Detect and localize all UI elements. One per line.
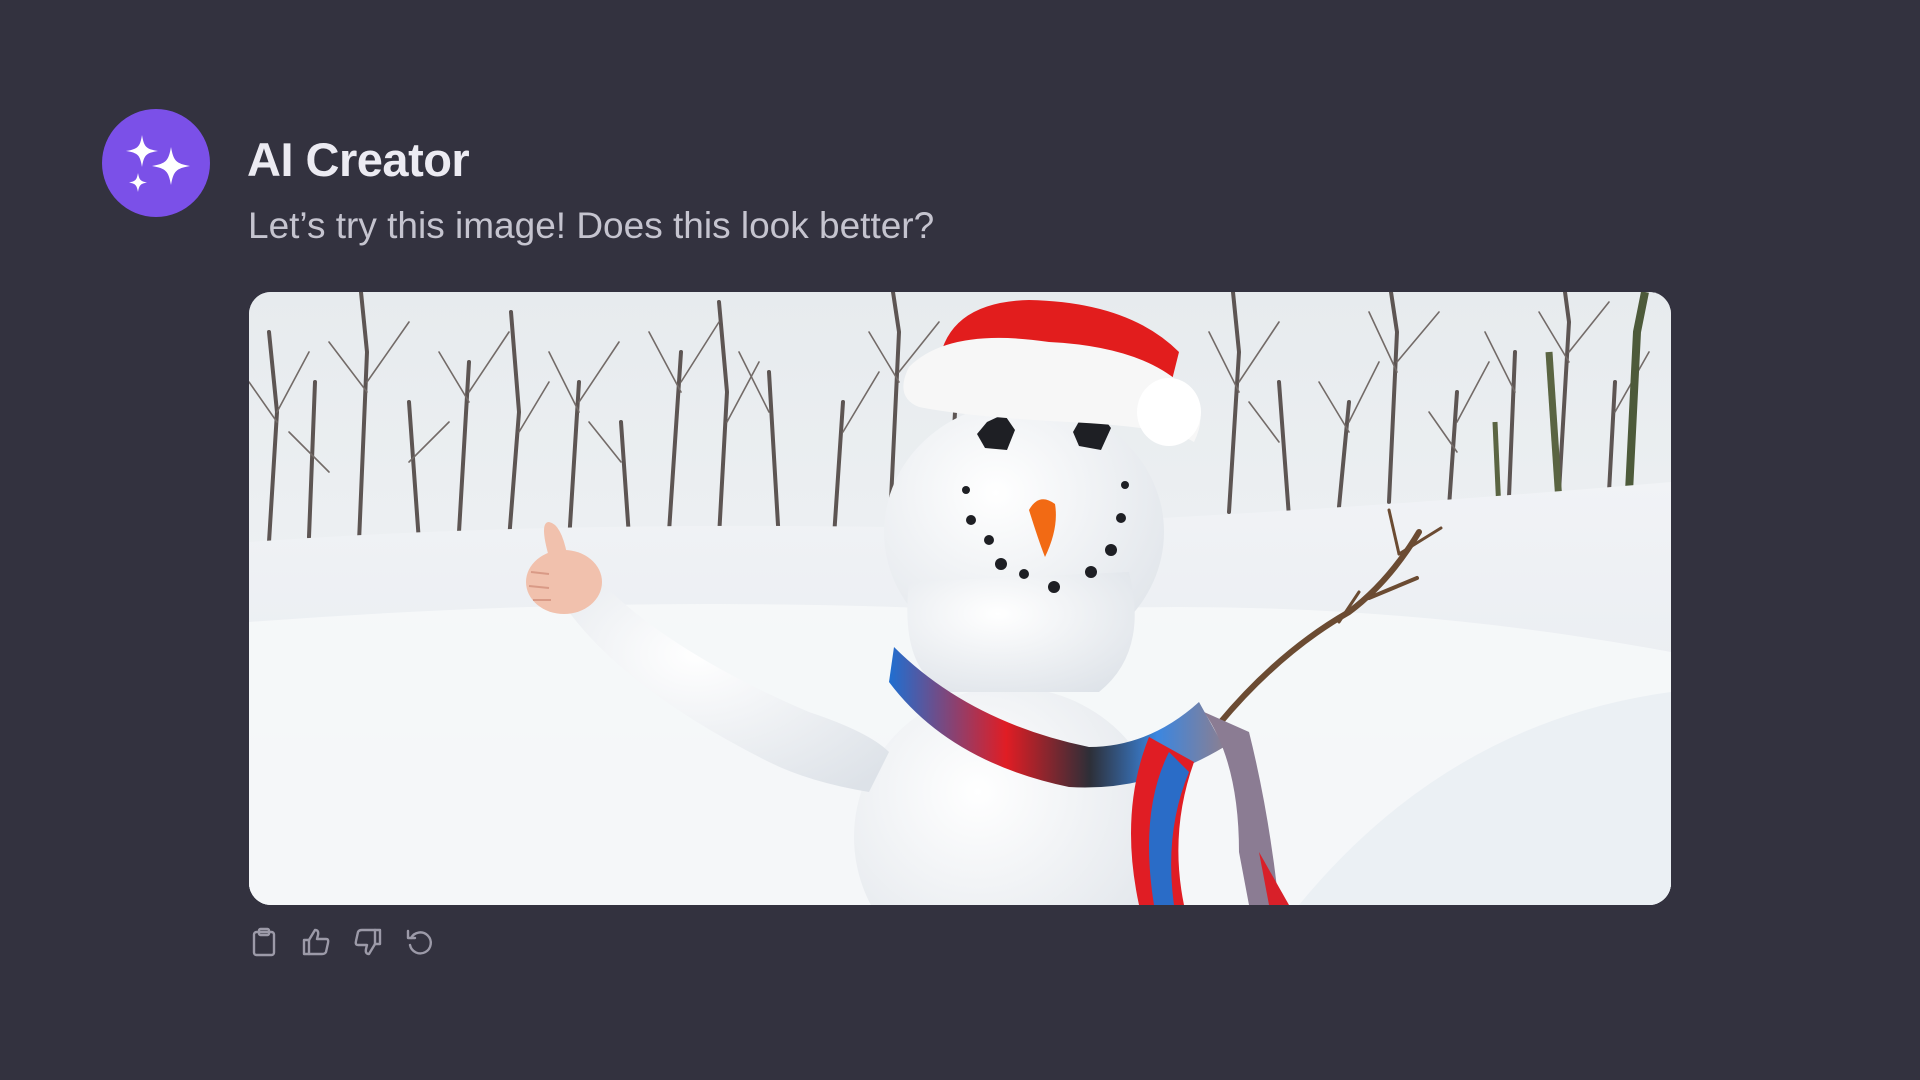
clipboard-icon [252,927,276,957]
avatar [102,109,210,217]
copy-button[interactable] [246,924,282,960]
refresh-icon [406,929,432,955]
thumbs-down-icon [354,928,382,956]
message-text: Let’s try this image! Does this look bet… [248,205,935,246]
thumbs-up-icon [302,928,330,956]
dislike-button[interactable] [350,924,386,960]
message-actions [246,924,438,960]
regenerate-button[interactable] [402,924,438,960]
generated-image[interactable] [249,292,1671,905]
sparkles-icon [126,135,190,192]
chat-page: AI Creator Let’s try this image! Does th… [0,0,1920,1080]
like-button[interactable] [298,924,334,960]
sender-name: AI Creator [247,133,470,186]
